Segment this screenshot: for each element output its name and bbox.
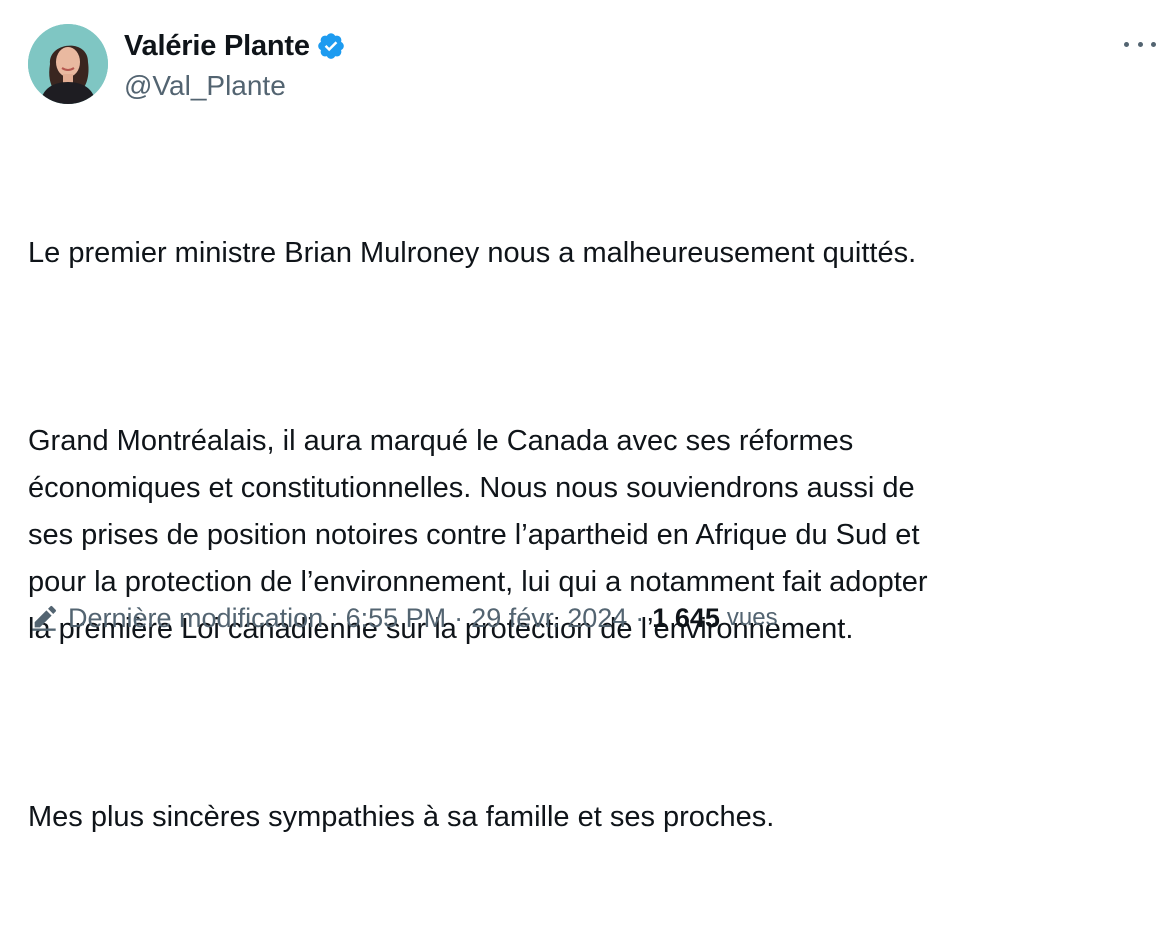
avatar[interactable] — [28, 24, 108, 104]
tweet-paragraph: Mes plus sincères sympathies à sa famill… — [28, 801, 775, 833]
edited-timestamp-link[interactable]: Dernière modification : 6:55 PM — [68, 603, 446, 634]
tweet-paragraph: Le premier ministre Brian Mulroney nous … — [28, 237, 917, 269]
verified-badge-icon[interactable] — [316, 31, 346, 61]
tweet-card: Valérie Plante @Val_Plante Le premier mi… — [0, 0, 1176, 833]
author-handle[interactable]: @Val_Plante — [124, 70, 346, 102]
more-dot — [1137, 41, 1143, 47]
pencil-icon — [30, 604, 58, 632]
meta-separator: · — [635, 602, 645, 633]
author-info: Valérie Plante @Val_Plante — [124, 26, 346, 102]
more-dot — [1151, 41, 1156, 47]
more-options-button[interactable] — [1122, 32, 1158, 56]
author-name-row: Valérie Plante — [124, 26, 346, 66]
author-display-name[interactable]: Valérie Plante — [124, 30, 310, 63]
avatar-image — [28, 24, 108, 104]
views-label: vues — [726, 604, 778, 631]
view-count: 1 645 — [652, 602, 720, 633]
tweet-text: Le premier ministre Brian Mulroney nous … — [28, 136, 1158, 935]
meta-separator: · — [454, 602, 464, 633]
tweet-metadata: Dernière modification : 6:55 PM · 29 fév… — [30, 598, 778, 638]
tweet-header: Valérie Plante @Val_Plante — [28, 24, 1158, 106]
tweet-date[interactable]: 29 févr. 2024 — [471, 603, 627, 634]
more-dots-icon — [1124, 41, 1129, 47]
